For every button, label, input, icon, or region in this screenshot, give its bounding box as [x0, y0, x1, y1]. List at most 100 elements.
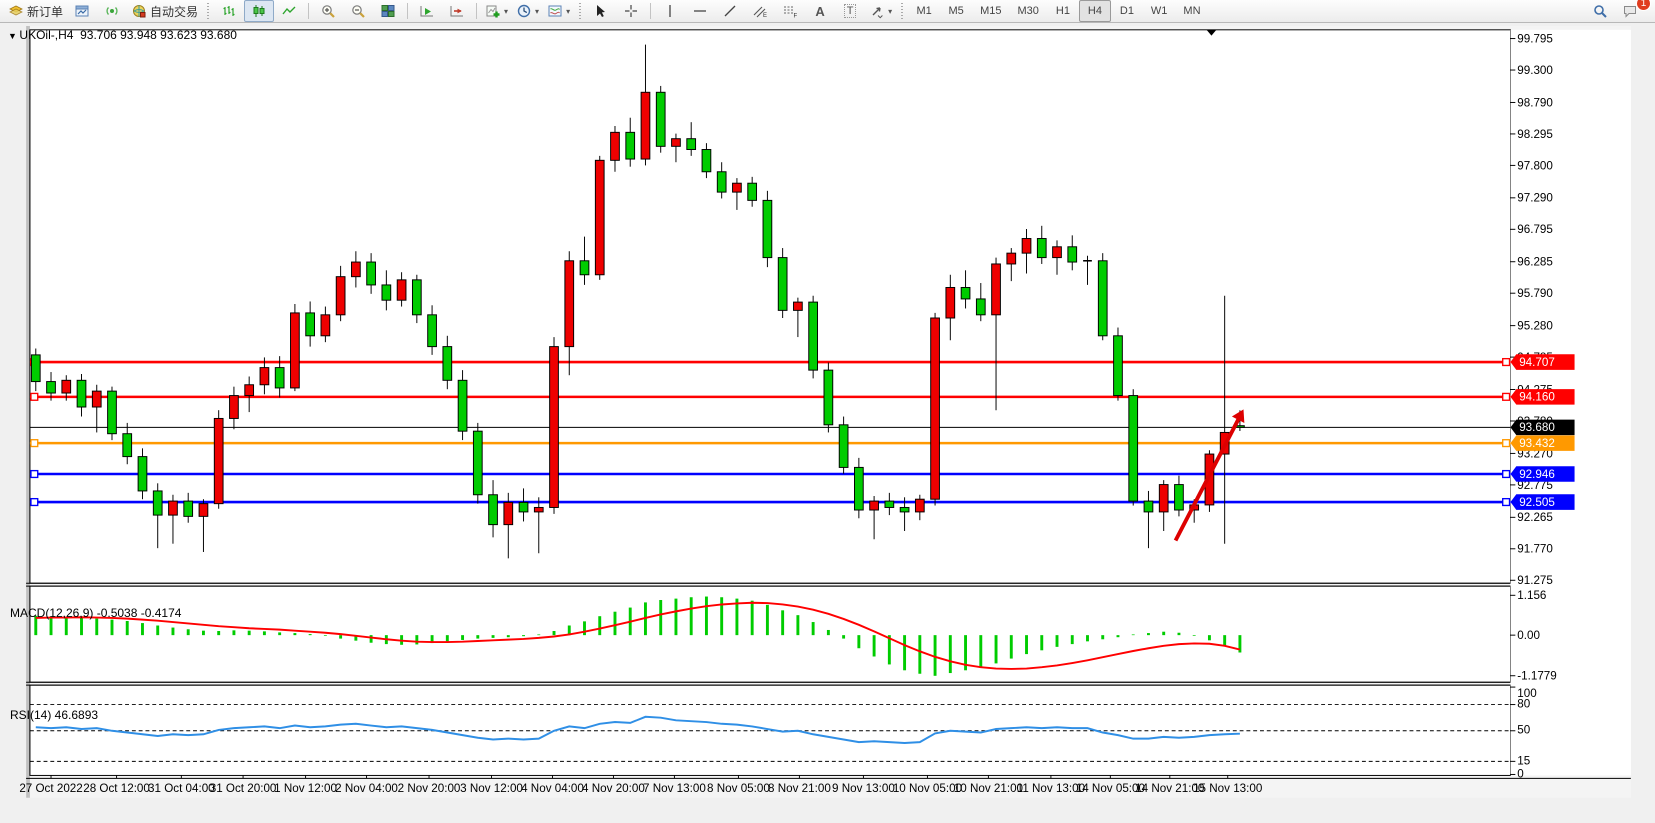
candle-body [763, 200, 772, 257]
auto-scroll-button[interactable] [412, 0, 442, 22]
chart-window-icon [74, 3, 90, 19]
open-chart-button[interactable] [67, 0, 97, 22]
templates-button[interactable]: ▾ [543, 0, 574, 22]
zoom-out-button[interactable] [343, 0, 373, 22]
indicators-button[interactable]: ▾ [481, 0, 512, 22]
zoom-in-button[interactable] [313, 0, 343, 22]
new-order-button[interactable]: 新订单 [4, 0, 67, 22]
time-tick-label: 2 Nov 20:00 [398, 782, 461, 795]
search-icon [1592, 3, 1608, 19]
timeframe-d1-button[interactable]: D1 [1111, 0, 1143, 22]
main-toolbar: 新订单 自动交易 [0, 0, 1655, 23]
auto-trading-button[interactable]: 自动交易 [127, 0, 202, 22]
candle-body [458, 380, 467, 431]
macd-indicator-label: MACD(12,26,9) -0.5038 -0.4174 [10, 606, 181, 620]
line-anchor-handle [31, 471, 38, 478]
auto-trading-icon [131, 3, 147, 19]
candle-body [1144, 501, 1153, 512]
timeframe-w1-button[interactable]: W1 [1143, 0, 1176, 22]
rsi-tick-label: 50 [1517, 724, 1530, 737]
price-level-tag: 92.946 [1510, 466, 1574, 482]
bars-chart-button[interactable] [214, 0, 244, 22]
search-button[interactable] [1585, 0, 1615, 22]
line-chart-button[interactable] [274, 0, 304, 22]
channel-tool-button[interactable]: E [745, 0, 775, 22]
crosshair-tool-button[interactable] [616, 0, 646, 22]
candle-body [672, 139, 681, 147]
candle-body [275, 368, 284, 388]
candle-body [47, 382, 56, 393]
time-tick-label: 3 Nov 12:00 [460, 782, 523, 795]
rsi-indicator-label: RSI(14) 46.6893 [10, 708, 98, 722]
timeframe-h1-button[interactable]: H1 [1047, 0, 1079, 22]
candle-body [611, 132, 620, 160]
toolbar-drag-handle[interactable] [577, 3, 583, 19]
candle-body [794, 302, 803, 310]
time-tick-label: 4 Nov 20:00 [582, 782, 645, 795]
candle-body [291, 313, 300, 388]
chart-shift-button[interactable] [442, 0, 472, 22]
chart-canvas[interactable]: 99.79599.30098.79098.29597.80097.29096.7… [0, 24, 1655, 823]
vertical-line-tool-button[interactable] [655, 0, 685, 22]
timeframe-m1-button[interactable]: M1 [908, 0, 940, 22]
candle-body [77, 380, 86, 407]
periods-button[interactable]: ▾ [512, 0, 543, 22]
svg-text:92.505: 92.505 [1519, 496, 1555, 509]
timeframe-m5-button[interactable]: M5 [940, 0, 972, 22]
symbol-dropdown-icon[interactable]: ▼ [8, 31, 19, 41]
price-level-tag: 94.707 [1510, 354, 1574, 370]
new-order-icon [8, 3, 24, 19]
time-tick-label: 1 Nov 12:00 [274, 782, 337, 795]
timeframe-m15-button[interactable]: M15 [972, 0, 1009, 22]
timeframe-toolbar: M1 M5 M15 M30 H1 H4 D1 W1 MN [908, 0, 1208, 22]
candle-body [336, 277, 345, 315]
signals-button[interactable] [97, 0, 127, 22]
fibonacci-tool-button[interactable]: F [775, 0, 805, 22]
zoom-in-icon [320, 3, 336, 19]
signals-icon [104, 3, 120, 19]
candle-body [550, 347, 559, 508]
time-tick-label: 2 Nov 04:00 [335, 782, 398, 795]
candle-body [1098, 261, 1107, 336]
bar-chart-icon [221, 3, 237, 19]
chevron-down-icon: ▾ [566, 7, 570, 16]
fibonacci-icon: F [782, 3, 798, 19]
candle-body [641, 92, 650, 159]
candle-body [473, 431, 482, 495]
candle-body [108, 391, 117, 434]
line-chart-icon [281, 3, 297, 19]
svg-text:94.160: 94.160 [1519, 391, 1555, 404]
candle-body [580, 261, 589, 275]
line-anchor-handle [31, 440, 38, 447]
horizontal-line-tool-button[interactable] [685, 0, 715, 22]
candle-body [839, 425, 848, 468]
notifications-button[interactable]: 1 [1615, 0, 1645, 22]
time-tick-label: 31 Oct 04:00 [148, 782, 215, 795]
price-tick-label: 96.795 [1517, 223, 1553, 236]
text-tool-button[interactable]: A [805, 0, 835, 22]
candle-body [153, 491, 162, 515]
line-anchor-handle [31, 393, 38, 400]
arrows-tool-button[interactable]: ▾ [865, 0, 896, 22]
chevron-down-icon: ▾ [888, 7, 892, 16]
trendline-tool-button[interactable] [715, 0, 745, 22]
candle-body [961, 287, 970, 298]
time-tick-label: 27 Oct 2022 [19, 782, 82, 795]
cursor-tool-button[interactable] [586, 0, 616, 22]
candlestick-chart-button[interactable] [244, 0, 274, 22]
candle-body [1159, 485, 1168, 512]
toolbar-drag-handle[interactable] [899, 3, 905, 19]
timeframe-mn-button[interactable]: MN [1175, 0, 1208, 22]
tile-windows-button[interactable] [373, 0, 403, 22]
timeframe-h4-button[interactable]: H4 [1079, 0, 1111, 22]
candle-body [915, 499, 924, 512]
toolbar-drag-handle[interactable] [205, 3, 211, 19]
candle-body [595, 160, 604, 274]
candle-body [824, 370, 833, 425]
text-label-tool-button[interactable]: T [835, 0, 865, 22]
zoom-out-icon [350, 3, 366, 19]
price-tick-label: 95.280 [1517, 320, 1553, 333]
price-tick-label: 97.290 [1517, 192, 1553, 205]
price-tick-label: 97.800 [1517, 159, 1553, 172]
timeframe-m30-button[interactable]: M30 [1010, 0, 1047, 22]
